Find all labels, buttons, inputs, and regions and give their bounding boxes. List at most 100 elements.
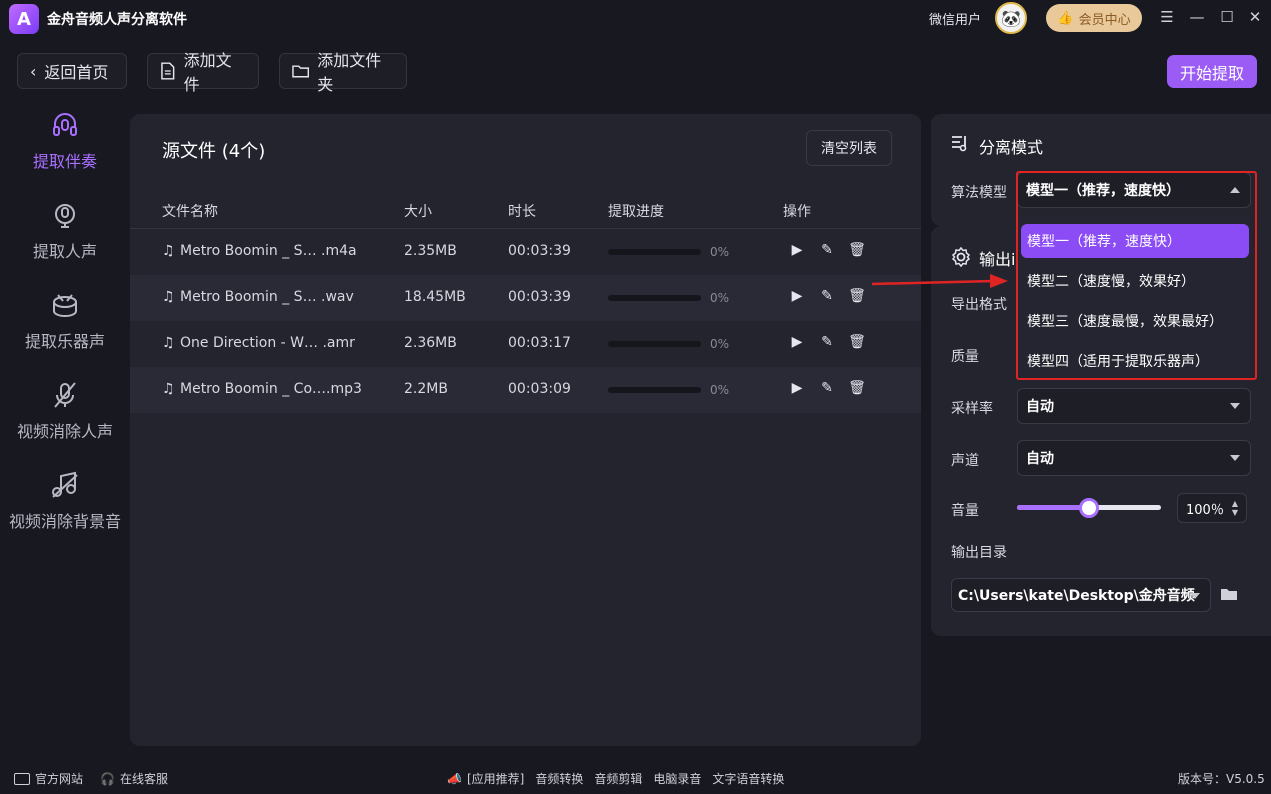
file-duration: 00:03:39 [508, 289, 571, 305]
table-row[interactable]: ♫ One Direction - W… .amr 2.36MB 00:03:1… [130, 321, 921, 367]
maximize-icon[interactable]: ☐ [1218, 8, 1236, 26]
link-audio-convert[interactable]: 音频转换 [535, 770, 583, 787]
quality-label: 质量 [951, 349, 979, 365]
music-file-icon: ♫ [162, 243, 175, 259]
edit-icon[interactable]: ✎ [818, 288, 836, 306]
add-file-label: 添加文件 [183, 51, 232, 94]
avatar[interactable]: 🐼 [995, 2, 1027, 34]
link-text-to-speech[interactable]: 文字语音转换 [712, 770, 784, 787]
link-pc-record[interactable]: 电脑录音 [653, 770, 701, 787]
drum-icon [53, 294, 77, 318]
sidebar-label: 提取伴奏 [32, 152, 97, 171]
music-file-icon: ♫ [162, 289, 175, 305]
progress-bar [608, 341, 701, 347]
chevron-down-icon [1230, 403, 1240, 409]
monitor-icon [14, 772, 30, 785]
annotation-highlight-box [1016, 171, 1257, 380]
edit-icon[interactable]: ✎ [818, 242, 836, 260]
file-name: Metro Boomin _ S… .m4a [180, 243, 357, 259]
channel-label: 声道 [951, 453, 979, 469]
trash-icon[interactable]: 🗑 [848, 288, 866, 306]
chevron-down-icon [1230, 455, 1240, 461]
file-size: 2.2MB [404, 381, 448, 397]
official-site-label: 官方网站 [35, 772, 84, 786]
sidebar-item-extract-instruments[interactable]: 提取乐器声 [0, 290, 130, 352]
play-icon[interactable]: ▶ [788, 242, 806, 260]
folder-icon [292, 65, 310, 78]
chevron-down-icon [1190, 593, 1200, 599]
sidebar-label: 提取乐器声 [24, 332, 105, 351]
music-file-icon: ♫ [162, 381, 175, 397]
clear-list-button[interactable]: 清空列表 [806, 130, 892, 166]
file-duration: 00:03:39 [508, 243, 571, 259]
user-name[interactable]: 微信用户 [929, 9, 981, 28]
column-header-progress: 提取进度 [608, 204, 664, 220]
edit-icon[interactable]: ✎ [818, 380, 836, 398]
file-name: Metro Boomin _ Co….mp3 [180, 381, 362, 397]
vip-center-button[interactable]: 👍 会员中心 [1046, 4, 1142, 32]
play-icon[interactable]: ▶ [788, 334, 806, 352]
column-header-name: 文件名称 [162, 204, 218, 220]
online-support-link[interactable]: 🎧 在线客服 [100, 770, 168, 787]
trash-icon[interactable]: 🗑 [848, 242, 866, 260]
chevron-left-icon: ‹ [30, 61, 37, 81]
samplerate-select[interactable]: 自动 [1017, 388, 1251, 424]
file-name: One Direction - W… .amr [180, 335, 355, 351]
file-size: 18.45MB [404, 289, 466, 305]
sidebar-item-video-remove-bgm[interactable]: 视频消除背景音 [0, 470, 130, 532]
sidebar-label: 视频消除人声 [16, 422, 113, 441]
sidebar-item-video-remove-vocals[interactable]: 视频消除人声 [0, 380, 130, 442]
gear-icon [950, 246, 972, 272]
add-file-button[interactable]: 添加文件 [147, 51, 259, 94]
table-row[interactable]: ♫ Metro Boomin _ S… .m4a 2.35MB 00:03:39… [130, 229, 921, 275]
thumbs-up-icon: 👍 [1057, 10, 1074, 26]
headphones-icon [53, 113, 77, 136]
app-title: 金舟音频人声分离软件 [47, 12, 187, 28]
music-note-off-icon [52, 471, 78, 498]
official-site-link[interactable]: 官方网站 [14, 770, 83, 787]
back-home-label: 返回首页 [44, 63, 109, 82]
file-size: 2.36MB [404, 335, 457, 351]
link-audio-edit[interactable]: 音频剪辑 [594, 770, 642, 787]
sidebar-item-extract-vocals[interactable]: 提取人声 [0, 200, 130, 262]
menu-icon[interactable]: ☰ [1158, 8, 1176, 26]
progress-bar [608, 295, 701, 301]
file-duration: 00:03:09 [508, 381, 571, 397]
sidebar-item-extract-accompaniment[interactable]: 提取伴奏 [0, 110, 130, 172]
progress-percent: 0% [710, 245, 730, 259]
output-dir-value: C:\Users\kate\Desktop\金舟音频 [958, 588, 1195, 604]
minimize-icon[interactable]: — [1188, 8, 1206, 26]
start-extract-button[interactable]: 开始提取 [1167, 55, 1257, 88]
online-support-label: 在线客服 [119, 772, 168, 786]
volume-input[interactable]: 100％ ▲ ▼ [1177, 493, 1247, 523]
output-dir-label: 输出目录 [951, 545, 1007, 561]
trash-icon[interactable]: 🗑 [848, 334, 866, 352]
output-dir-field[interactable]: C:\Users\kate\Desktop\金舟音频 [951, 578, 1211, 612]
sidebar-label: 提取人声 [32, 242, 97, 261]
folder-icon[interactable] [1220, 586, 1238, 606]
back-home-button[interactable]: ‹ 返回首页 [17, 53, 127, 89]
footer-promo: 📣 [应用推荐] 音频转换 音频剪辑 电脑录音 文字语音转换 [447, 770, 784, 787]
progress-bar [608, 249, 701, 255]
play-icon[interactable]: ▶ [788, 288, 806, 306]
output-title: 输出i [979, 250, 1016, 269]
add-folder-label: 添加文件夹 [317, 51, 382, 94]
promo-label: [应用推荐] [466, 772, 525, 786]
file-duration: 00:03:17 [508, 335, 571, 351]
mute-mic-icon [54, 382, 76, 408]
stepper-icon[interactable]: ▲ ▼ [1232, 499, 1238, 517]
volume-slider-thumb[interactable] [1079, 498, 1099, 518]
trash-icon[interactable]: 🗑 [848, 380, 866, 398]
sidebar-label: 视频消除背景音 [8, 512, 121, 531]
megaphone-icon: 📣 [447, 771, 462, 786]
panel-title: 源文件 (4个) [162, 141, 266, 162]
play-icon[interactable]: ▶ [788, 380, 806, 398]
table-row[interactable]: ♫ Metro Boomin _ S… .wav 18.45MB 00:03:3… [130, 275, 921, 321]
table-row[interactable]: ♫ Metro Boomin _ Co….mp3 2.2MB 00:03:09 … [130, 367, 921, 413]
channel-select[interactable]: 自动 [1017, 440, 1251, 476]
export-format-label: 导出格式 [951, 297, 1007, 313]
close-icon[interactable]: ✕ [1246, 8, 1264, 26]
add-folder-button[interactable]: 添加文件夹 [279, 51, 407, 94]
edit-icon[interactable]: ✎ [818, 334, 836, 352]
equalizer-icon [950, 134, 970, 156]
